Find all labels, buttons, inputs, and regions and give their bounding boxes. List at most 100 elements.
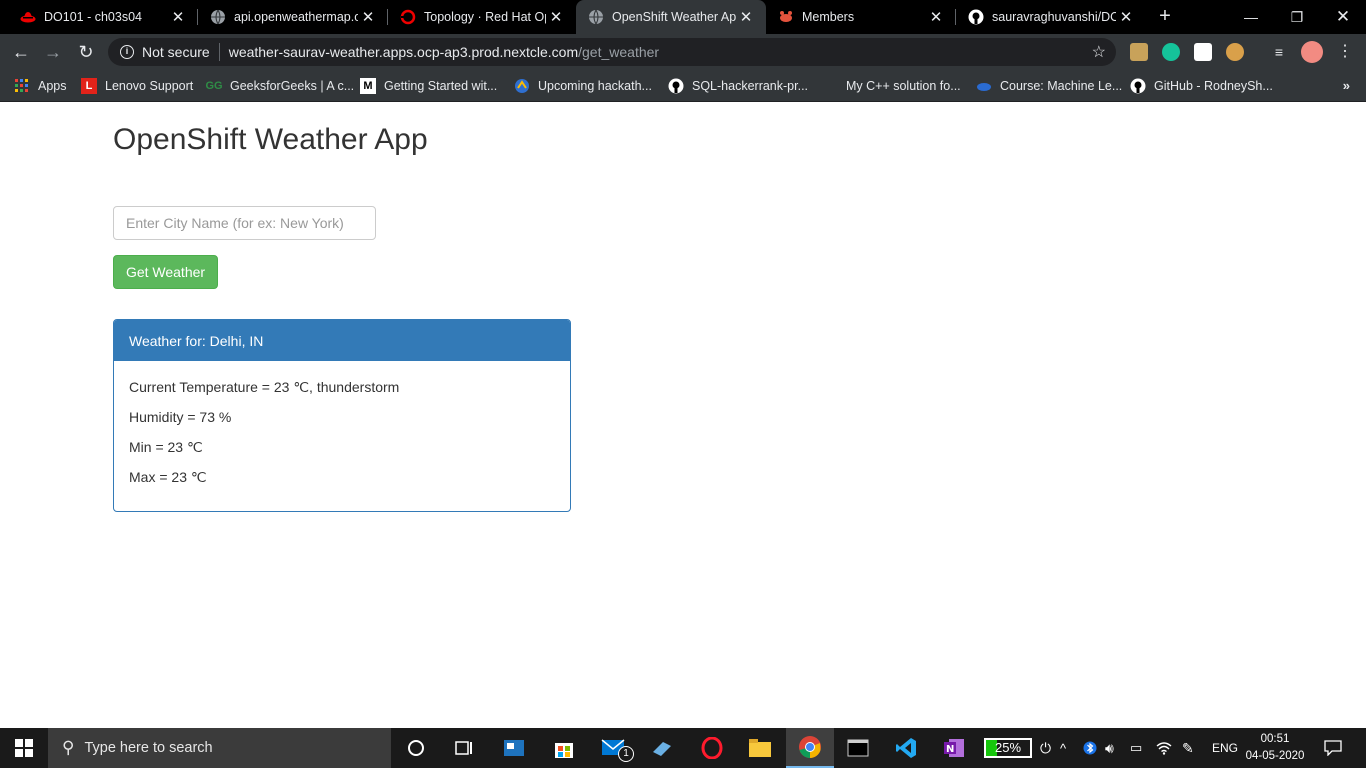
windows-taskbar: ⚲ Type here to search 1 N 25% ⏻ ^ 🔊︎ ▭ ✎… (0, 728, 1366, 768)
close-tab-icon[interactable]: ✕ (358, 8, 378, 26)
minimize-window-button[interactable]: — (1228, 0, 1274, 34)
grammarly-icon[interactable] (1162, 43, 1180, 61)
mail-badge: 1 (618, 746, 634, 762)
apps-grid-icon (14, 78, 30, 94)
openshift-icon (400, 9, 416, 25)
onenote-icon[interactable]: N (930, 728, 978, 768)
start-button[interactable] (0, 728, 48, 768)
bookmark-star-icon[interactable]: ☆ (1092, 42, 1106, 62)
bookmark-label: My C++ solution fo... (846, 79, 961, 93)
svg-text:N: N (946, 744, 954, 755)
power-plug-icon[interactable]: ⏻ (1040, 728, 1051, 768)
bookmarks-overflow-button[interactable]: » (1343, 78, 1350, 93)
current-temperature-line: Current Temperature = 23 ℃, thunderstorm (129, 379, 400, 395)
info-icon[interactable]: i (120, 45, 134, 59)
url-host: weather-saurav-weather.apps.ocp-ap3.prod… (228, 44, 579, 60)
bookmark-machine-learning-course[interactable]: Course: Machine Le... (976, 70, 1122, 102)
volume-icon[interactable]: 🔊︎ (1105, 728, 1114, 768)
tab-topology[interactable]: Topology · Red Hat Ope ✕ (388, 0, 576, 34)
taskbar-search-box[interactable]: ⚲ Type here to search (48, 728, 391, 768)
search-icon: ⚲ (62, 738, 75, 757)
extension-shield-icon[interactable] (1130, 43, 1148, 61)
reload-icon[interactable]: ↻ (74, 40, 98, 64)
bookmark-label: Course: Machine Le... (1000, 79, 1123, 93)
tab-github[interactable]: sauravraghuvanshi/DO1 ✕ (956, 0, 1146, 34)
battery-indicator[interactable]: 25% (984, 738, 1032, 758)
task-view-icon[interactable] (440, 728, 488, 768)
close-tab-icon[interactable]: ✕ (168, 8, 188, 26)
geeksforgeeks-icon: GG (205, 80, 223, 92)
forward-arrow-icon[interactable]: → (41, 40, 65, 64)
bookmark-sql-hackerrank[interactable]: SQL-hackerrank-pr... (668, 70, 808, 102)
back-arrow-icon[interactable]: ← (9, 40, 33, 64)
bookmark-upcoming-hackathons[interactable]: Upcoming hackath... (514, 70, 652, 102)
terminal-icon[interactable] (834, 728, 882, 768)
profile-avatar[interactable] (1301, 41, 1323, 63)
weather-result-panel: Weather for: Delhi, IN Current Temperatu… (113, 319, 571, 512)
github-icon (1130, 78, 1146, 94)
notification-center-icon[interactable] (1324, 728, 1342, 768)
wifi-icon[interactable] (1156, 728, 1172, 768)
bluetooth-icon[interactable] (1083, 728, 1097, 768)
bookmark-apps[interactable]: Apps (14, 70, 67, 102)
close-window-button[interactable]: ✕ (1320, 0, 1366, 34)
file-explorer-icon[interactable] (736, 728, 784, 768)
page-title: OpenShift Weather App (113, 123, 428, 156)
bookmark-label: Lenovo Support (105, 79, 194, 93)
bookmark-lenovo-support[interactable]: L Lenovo Support (81, 70, 193, 102)
close-tab-icon[interactable]: ✕ (736, 8, 756, 26)
cortana-icon[interactable] (392, 728, 440, 768)
city-name-input[interactable] (113, 206, 376, 240)
get-weather-button[interactable]: Get Weather (113, 255, 218, 289)
course-icon (976, 78, 992, 94)
chrome-taskbar-icon[interactable] (786, 728, 834, 768)
blank-icon (822, 78, 838, 94)
bookmark-getting-started[interactable]: M Getting Started wit... (360, 70, 497, 102)
browser-tab-strip: DO101 - ch03s04 ✕ api.openweathermap.or … (0, 0, 1366, 34)
network-app-icon[interactable] (638, 728, 686, 768)
vscode-icon[interactable] (882, 728, 930, 768)
tab-do101[interactable]: DO101 - ch03s04 ✕ (8, 0, 198, 34)
redhat-icon (20, 9, 36, 25)
security-label[interactable]: Not secure (142, 44, 210, 60)
url-path: /get_weather (578, 44, 660, 60)
close-tab-icon[interactable]: ✕ (546, 8, 566, 26)
show-hidden-icons-chevron-icon[interactable]: ^ (1060, 728, 1066, 768)
language-indicator[interactable]: ENG (1212, 728, 1238, 768)
tab-weather-app[interactable]: OpenShift Weather App ✕ (576, 0, 766, 34)
tab-members[interactable]: Members ✕ (766, 0, 956, 34)
tab-openweathermap[interactable]: api.openweathermap.or ✕ (198, 0, 388, 34)
display-icon[interactable]: ▭ (1130, 728, 1142, 768)
bookmarks-bar: Apps L Lenovo Support GG GeeksforGeeks |… (0, 70, 1366, 102)
weather-result-body: Current Temperature = 23 ℃, thunderstorm… (114, 361, 570, 503)
taskbar-clock[interactable]: 00:51 04-05-2020 (1242, 731, 1308, 765)
mail-icon[interactable]: 1 (590, 728, 638, 768)
cookie-icon[interactable] (1226, 43, 1244, 61)
new-tab-button[interactable]: + (1154, 5, 1176, 27)
restore-window-button[interactable]: ❐ (1274, 0, 1320, 34)
bookmark-cpp-solution[interactable]: My C++ solution fo... (822, 70, 961, 102)
tab-title: Topology · Red Hat Ope (424, 10, 546, 24)
store-icon[interactable] (540, 728, 588, 768)
news-app-icon[interactable] (490, 728, 538, 768)
close-tab-icon[interactable]: ✕ (1116, 8, 1136, 26)
tab-title: api.openweathermap.or (234, 10, 358, 24)
bookmark-geeksforgeeks[interactable]: GG GeeksforGeeks | A c... (205, 70, 355, 102)
word-extension-icon[interactable] (1194, 43, 1212, 61)
opera-icon[interactable] (688, 728, 736, 768)
address-bar[interactable]: i Not secure weather-saurav-weather.apps… (108, 38, 1116, 66)
page-viewport: OpenShift Weather App Get Weather Weathe… (0, 103, 1366, 728)
tab-title: OpenShift Weather App (612, 10, 736, 24)
media-queue-icon[interactable]: ≡ (1270, 43, 1288, 61)
bookmark-label: Upcoming hackath... (538, 79, 652, 93)
bookmark-label: GitHub - RodneySh... (1154, 79, 1273, 93)
bookmark-github-rodney[interactable]: GitHub - RodneySh... (1130, 70, 1273, 102)
close-tab-icon[interactable]: ✕ (926, 8, 946, 26)
chrome-menu-icon[interactable]: ⋮ (1336, 43, 1354, 61)
pen-icon[interactable]: ✎ (1182, 728, 1194, 768)
globe-icon (588, 9, 604, 25)
bookmark-label: Apps (38, 79, 67, 93)
github-icon (968, 9, 984, 25)
bookmark-label: GeeksforGeeks | A c... (230, 79, 355, 93)
tab-title: DO101 - ch03s04 (44, 10, 142, 24)
